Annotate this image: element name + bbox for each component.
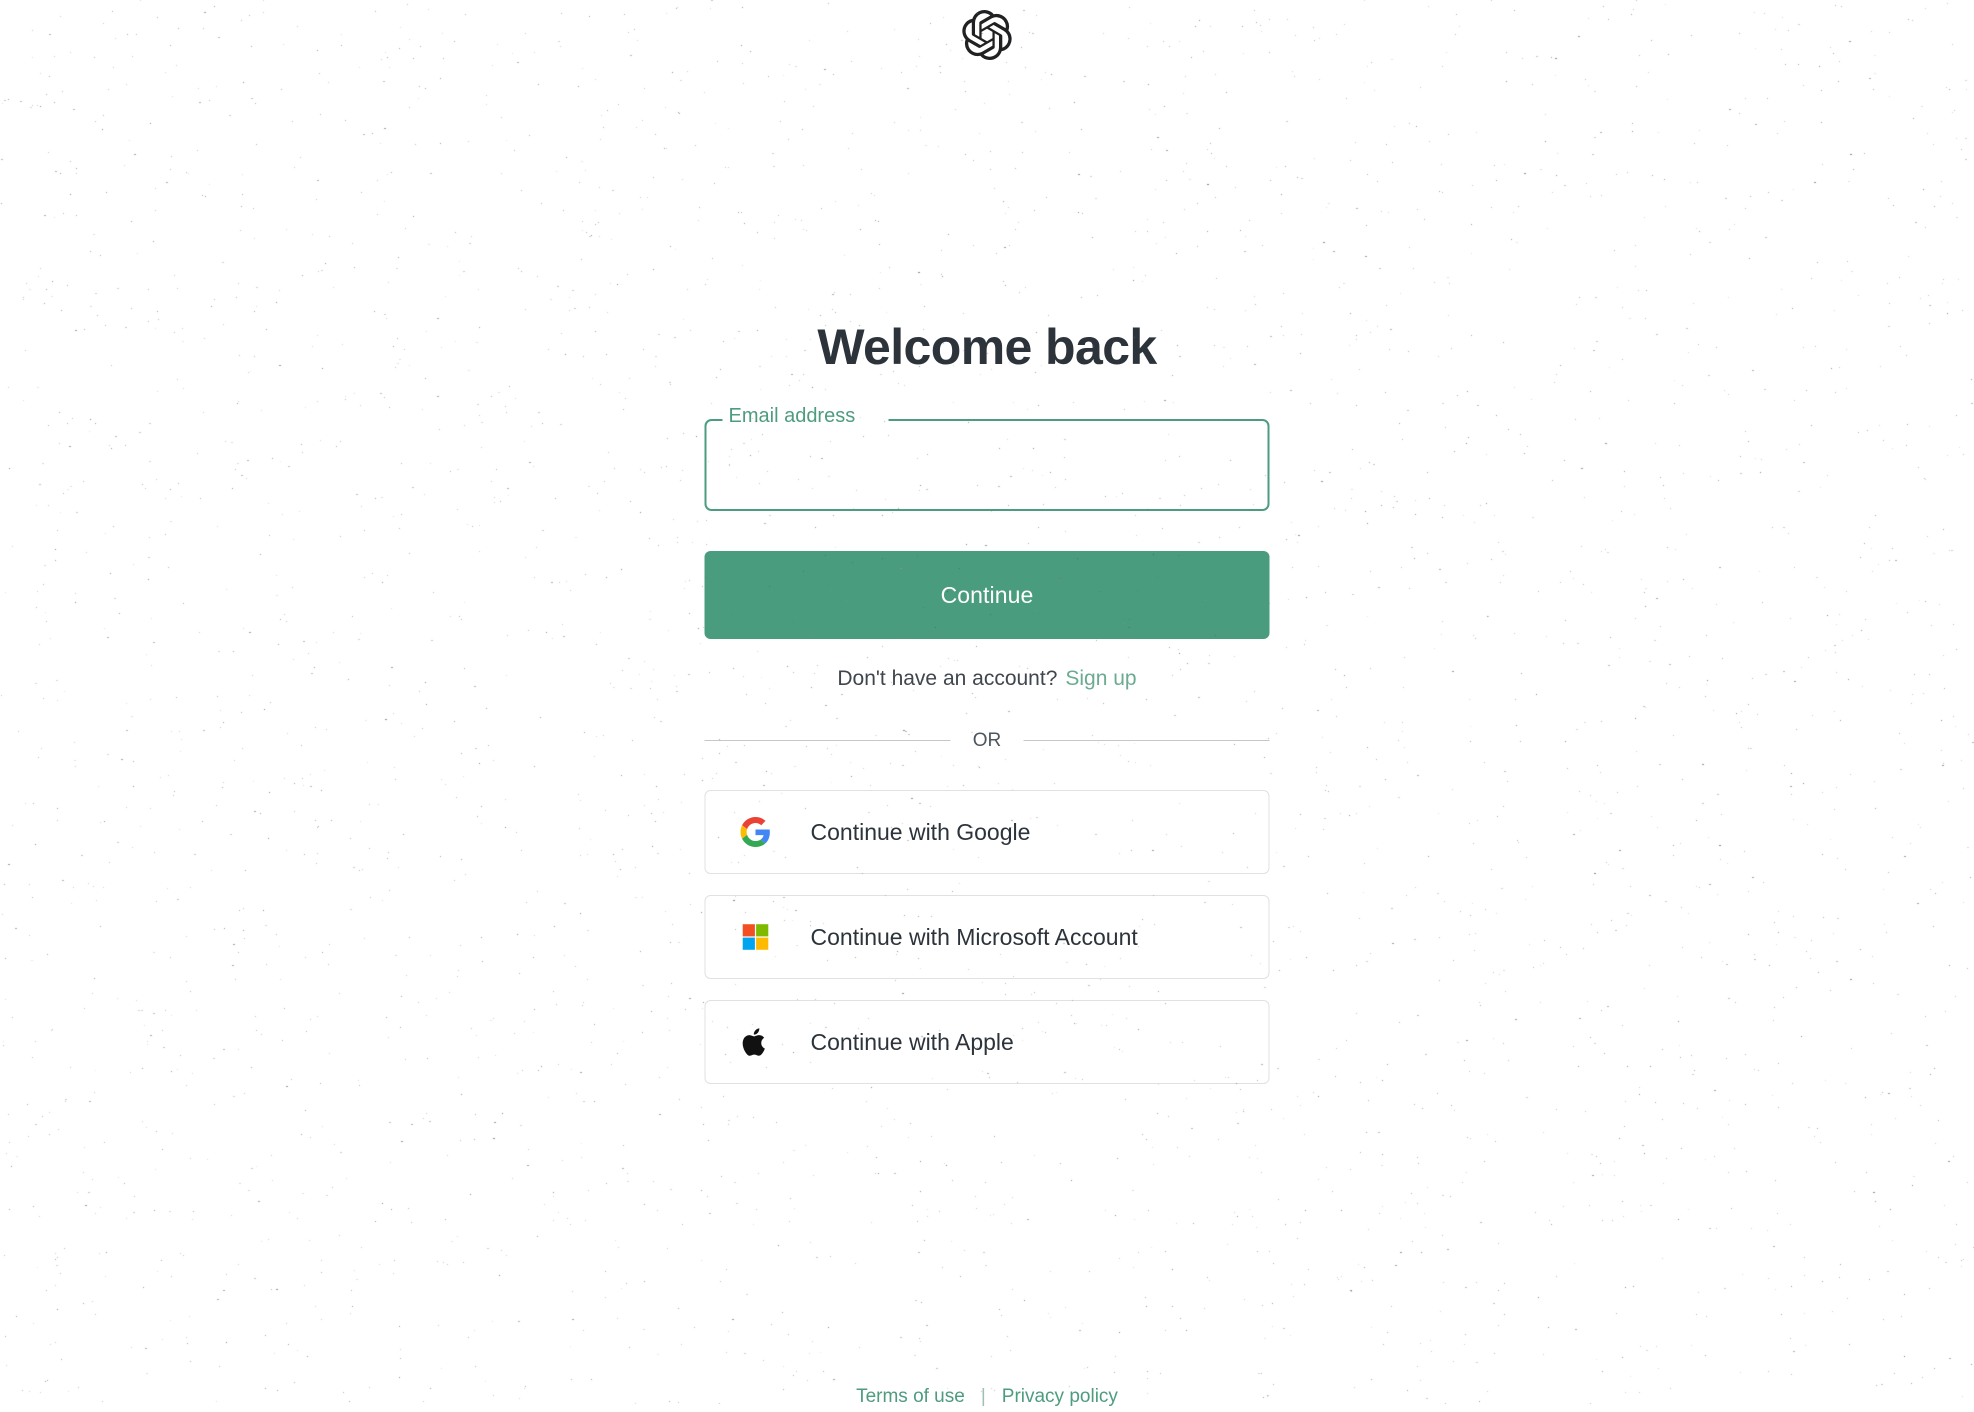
apple-icon bbox=[740, 1026, 772, 1058]
continue-with-google-button[interactable]: Continue with Google bbox=[704, 790, 1270, 874]
terms-of-use-link[interactable]: Terms of use bbox=[856, 1386, 965, 1408]
signup-prompt: Don't have an account? bbox=[837, 667, 1058, 690]
footer-separator: | bbox=[980, 1386, 986, 1407]
continue-button[interactable]: Continue bbox=[704, 551, 1270, 639]
continue-with-microsoft-button[interactable]: Continue with Microsoft Account bbox=[704, 895, 1270, 979]
signup-link[interactable]: Sign up bbox=[1065, 667, 1136, 690]
auth-form-container: Welcome back Email address Continue Don'… bbox=[704, 319, 1270, 1084]
signup-row: Don't have an account? Sign up bbox=[705, 667, 1270, 691]
divider-label: OR bbox=[972, 730, 1002, 751]
continue-with-google-label: Continue with Google bbox=[810, 818, 1031, 845]
email-field-wrapper: Email address bbox=[704, 406, 1270, 511]
openai-logo bbox=[0, 10, 1974, 60]
microsoft-icon bbox=[740, 921, 772, 953]
divider-rule-right bbox=[1023, 740, 1270, 741]
privacy-policy-link[interactable]: Privacy policy bbox=[1002, 1386, 1118, 1408]
footer: Terms of use | Privacy policy bbox=[0, 1382, 1974, 1412]
or-divider: OR bbox=[704, 730, 1270, 751]
openai-logo-icon bbox=[962, 10, 1012, 60]
email-input[interactable] bbox=[704, 419, 1270, 511]
divider-rule-left bbox=[704, 740, 951, 741]
continue-with-microsoft-label: Continue with Microsoft Account bbox=[810, 923, 1138, 950]
continue-with-apple-label: Continue with Apple bbox=[810, 1028, 1014, 1055]
continue-with-apple-button[interactable]: Continue with Apple bbox=[704, 1000, 1270, 1084]
google-icon bbox=[740, 816, 772, 848]
page-title: Welcome back bbox=[817, 319, 1157, 375]
